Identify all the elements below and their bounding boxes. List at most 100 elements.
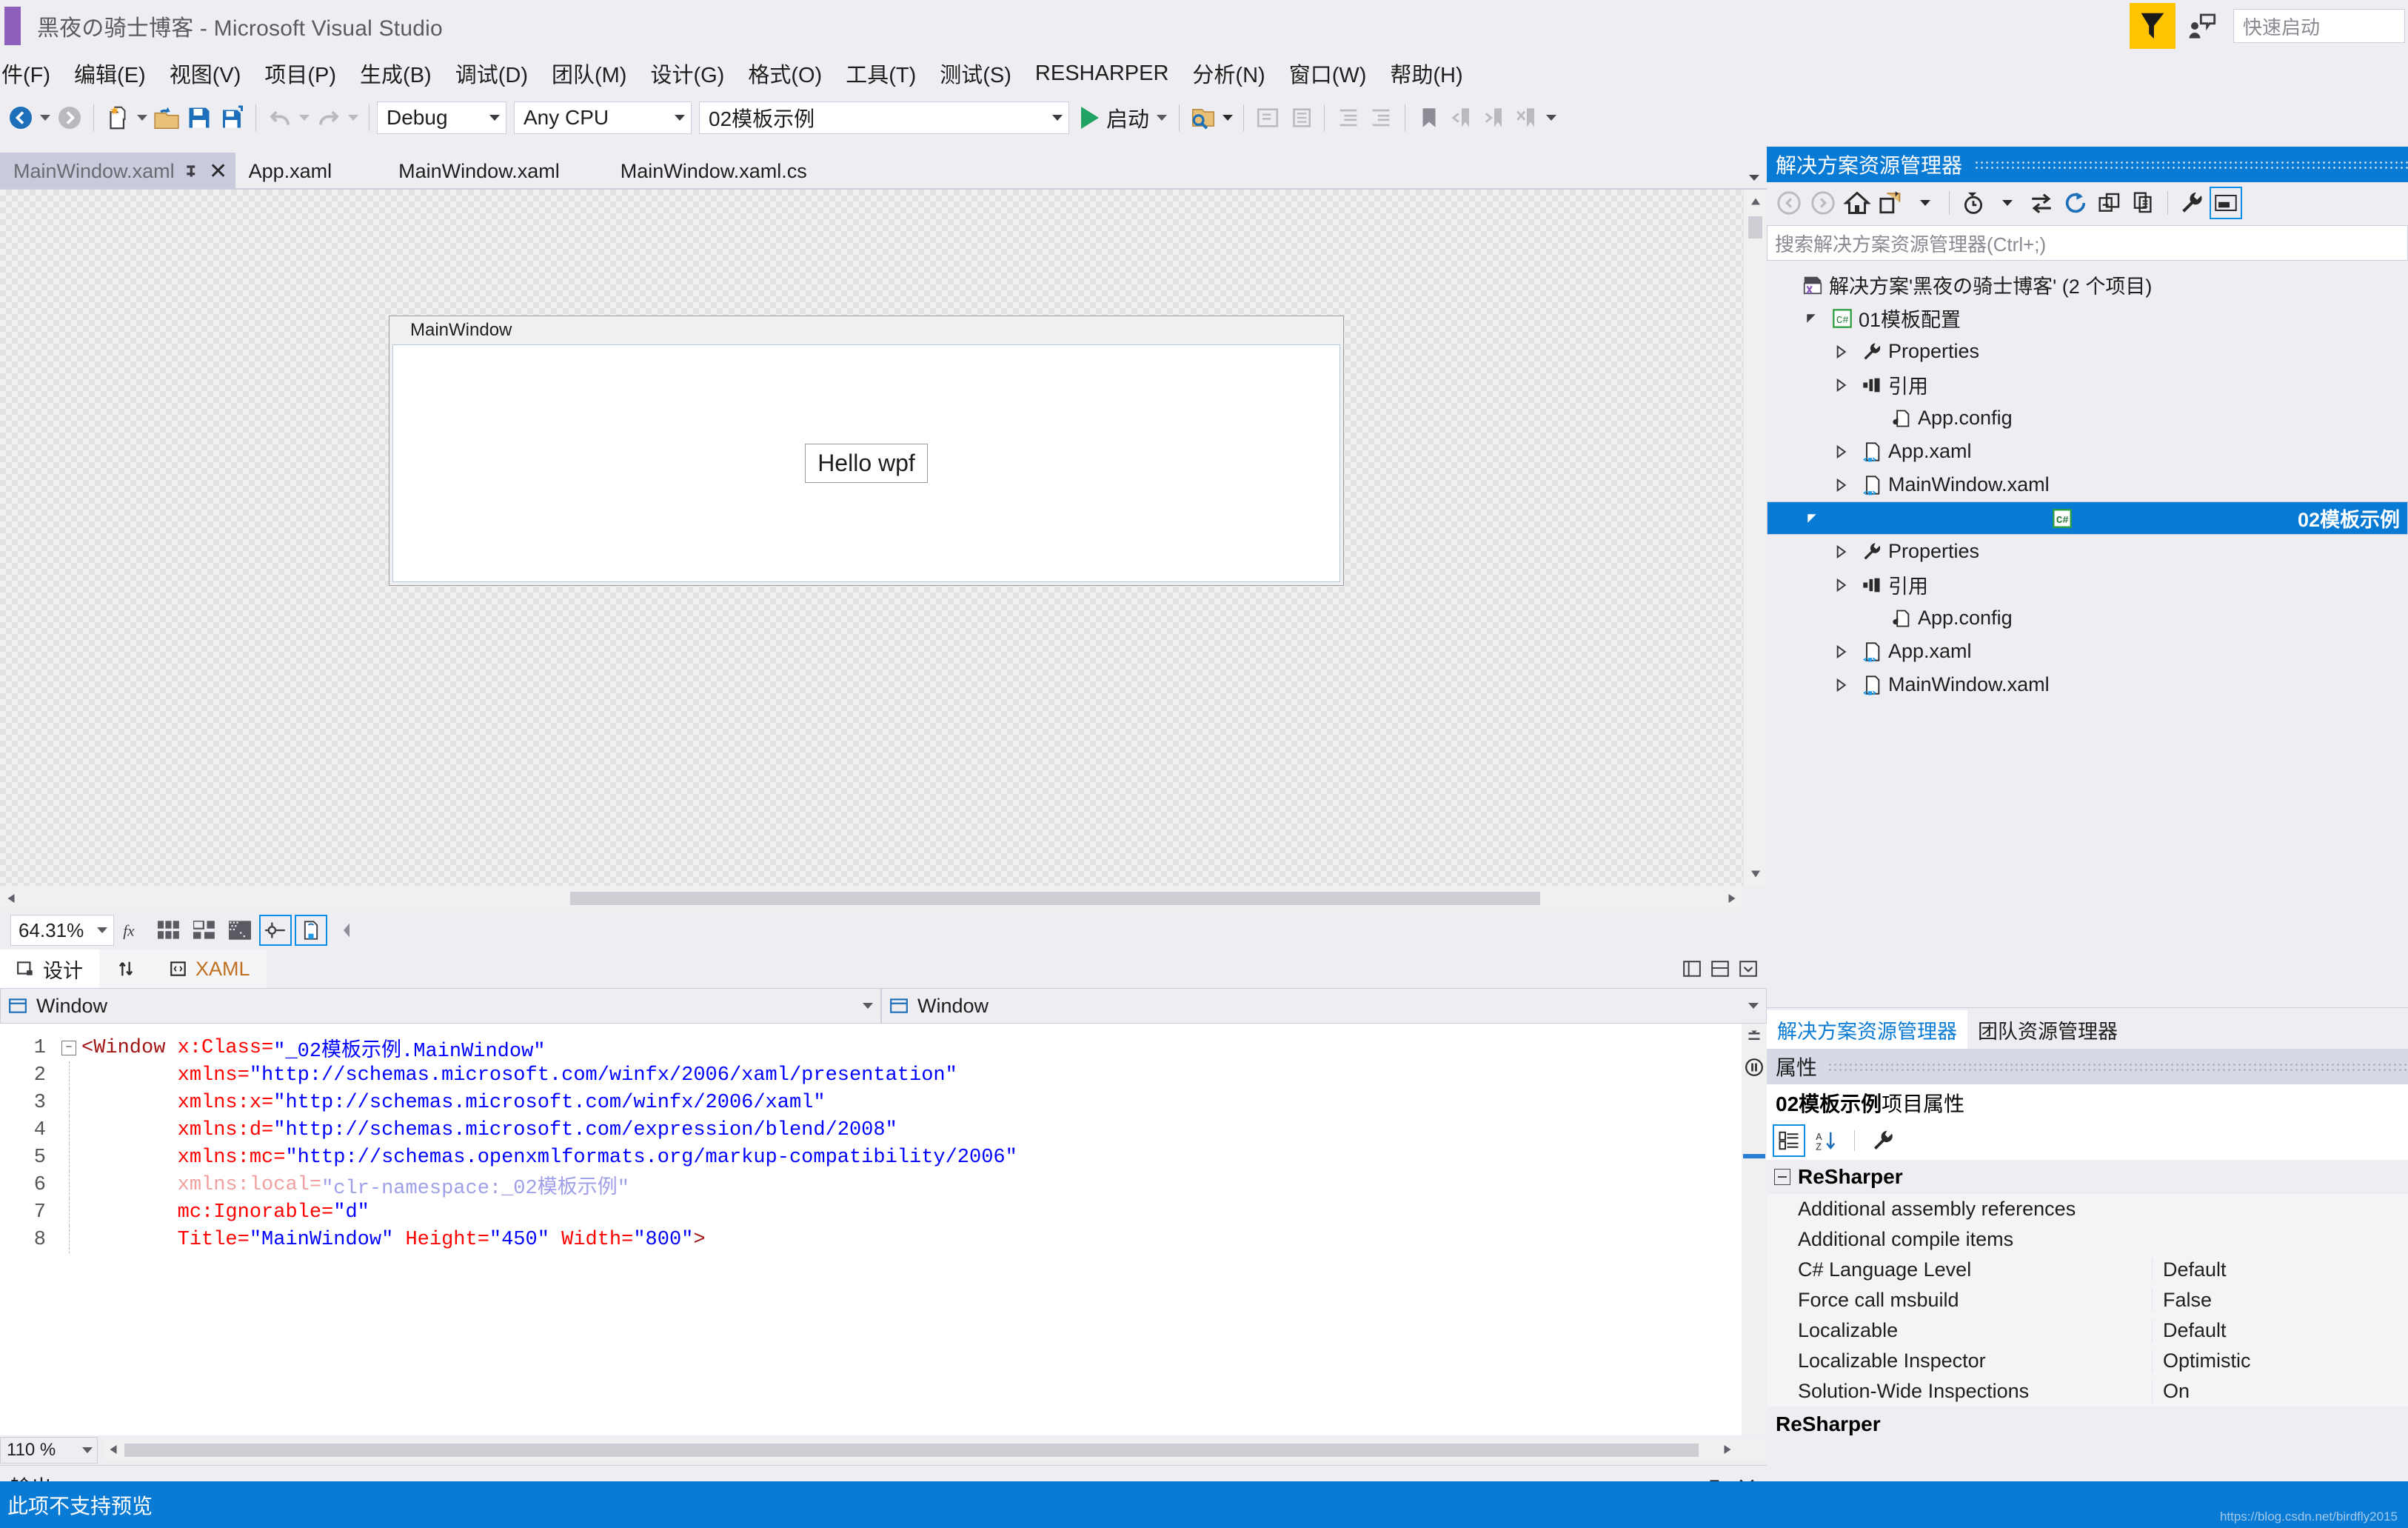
property-value[interactable]: False (2152, 1289, 2408, 1312)
scroll-left-icon[interactable] (4, 892, 18, 905)
show-grid-icon[interactable] (153, 915, 185, 946)
solution-explorer-tree[interactable]: 解决方案'黑夜の骑士博客' (2 个项目) C# 01模板配置 Properties 引… (1767, 262, 2408, 701)
solution-tree-item[interactable]: Properties (1767, 335, 2408, 368)
sync-with-active-document-icon[interactable] (1875, 187, 1907, 219)
property-row[interactable]: Localizable Inspector Optimistic (1767, 1346, 2408, 1376)
menu-item-format[interactable]: 格式(O) (736, 53, 834, 93)
property-pages-wrench-icon[interactable] (1867, 1124, 1899, 1157)
properties-group-resharper[interactable]: ReSharper (1767, 1160, 2408, 1194)
scrollbar-thumb[interactable] (1748, 216, 1762, 238)
send-feedback-icon[interactable] (2181, 5, 2223, 47)
chevron-down-icon[interactable] (1157, 115, 1168, 121)
property-value[interactable]: Default (2152, 1258, 2408, 1281)
code-type-select[interactable]: Window (0, 988, 881, 1024)
collapse-group-icon[interactable] (1774, 1169, 1790, 1185)
property-value[interactable]: On (2152, 1380, 2408, 1403)
navigate-back-icon[interactable] (1773, 187, 1805, 219)
toggle-snapping-icon[interactable] (259, 915, 292, 946)
find-in-files-icon[interactable] (1187, 101, 1220, 134)
horizontal-split-icon[interactable] (1710, 959, 1730, 978)
save-all-icon[interactable] (215, 101, 248, 134)
decrease-indent-icon[interactable] (1332, 101, 1365, 134)
sync-dropdown-icon[interactable] (1909, 187, 1942, 219)
property-row[interactable]: Force call msbuild False (1767, 1285, 2408, 1315)
solution-platform-select[interactable]: Any CPU (514, 101, 692, 134)
toggle-bookmark-icon[interactable] (1413, 101, 1445, 134)
code-line[interactable]: 6 xmlns:local= "clr-namespace:_02模板示例" (0, 1171, 1767, 1200)
code-member-select[interactable]: Window (881, 988, 1767, 1024)
undo-icon[interactable] (264, 101, 296, 134)
disable-project-code-icon[interactable] (295, 915, 327, 946)
tab-mainwindow-xaml-cs[interactable]: MainWindow.xaml.cs (607, 153, 820, 190)
designer-horizontal-scrollbar[interactable] (0, 886, 1743, 911)
redo-dropdown[interactable] (345, 101, 361, 134)
collapse-region-icon[interactable]: – (56, 1040, 81, 1055)
refresh-icon[interactable] (2059, 187, 2092, 219)
designer-zoom-select[interactable]: 64.31% (10, 915, 114, 946)
solution-tree-item[interactable]: Properties (1767, 535, 2408, 568)
solution-tree-item[interactable]: C# 01模板配置 (1767, 301, 2408, 335)
scroll-up-icon[interactable] (1744, 190, 1767, 213)
solution-configuration-select[interactable]: Debug (377, 101, 506, 134)
menu-item-window[interactable]: 窗口(W) (1277, 53, 1379, 93)
xaml-designer-surface[interactable]: MainWindow Hello wpf (0, 190, 1767, 886)
open-file-icon[interactable] (150, 101, 183, 134)
alphabetical-sort-icon[interactable]: AZ (1810, 1124, 1842, 1157)
property-row[interactable]: Solution-Wide Inspections On (1767, 1376, 2408, 1407)
startup-project-select[interactable]: 02模板示例 (699, 101, 1069, 134)
twisty-expanded-icon[interactable] (1797, 511, 1827, 526)
solution-tree-item[interactable]: App.config (1767, 401, 2408, 435)
menu-item-edit[interactable]: 编辑(E) (62, 53, 158, 93)
swap-panes-button[interactable] (99, 950, 153, 988)
solution-tree-item[interactable]: 引用 (1767, 368, 2408, 401)
twisty-collapsed-icon[interactable] (1826, 678, 1856, 693)
twisty-collapsed-icon[interactable] (1826, 378, 1856, 393)
solution-explorer-search-input[interactable]: 搜索解决方案资源管理器(Ctrl+;) (1767, 225, 2408, 261)
tab-overflow-button[interactable] (1749, 175, 1759, 181)
navigate-back-dropdown[interactable] (37, 101, 53, 134)
property-value[interactable]: Default (2152, 1319, 2408, 1342)
menu-item-design[interactable]: 设计(G) (638, 53, 736, 93)
twisty-collapsed-icon[interactable] (1826, 444, 1856, 459)
next-bookmark-icon[interactable] (1478, 101, 1511, 134)
snap-to-gridlines-icon[interactable] (188, 915, 221, 946)
save-icon[interactable] (183, 101, 215, 134)
navigate-forward-icon[interactable] (1807, 187, 1839, 219)
code-line[interactable]: 1– <Window x:Class= "_02模板示例.MainWindow" (0, 1034, 1767, 1063)
designer-vertical-scrollbar[interactable] (1743, 190, 1767, 886)
solution-tree-item[interactable]: App.xaml (1767, 635, 2408, 668)
collapse-all-icon[interactable] (2093, 187, 2126, 219)
navigate-back-icon[interactable] (4, 101, 37, 134)
categorized-view-icon[interactable] (1773, 1124, 1805, 1157)
scroll-right-icon[interactable] (1721, 1443, 1734, 1456)
menu-item-test[interactable]: 测试(S) (928, 53, 1023, 93)
scroll-right-icon[interactable] (1725, 892, 1739, 905)
twisty-expanded-icon[interactable] (1796, 311, 1826, 326)
solution-tree-item[interactable]: App.xaml (1767, 435, 2408, 468)
editor-vertical-scrollbar[interactable] (1742, 1024, 1767, 1435)
feedback-flag-icon[interactable] (2130, 3, 2175, 49)
design-preview-window[interactable]: MainWindow Hello wpf (389, 316, 1344, 586)
twisty-collapsed-icon[interactable] (1826, 544, 1856, 559)
quick-launch-input[interactable]: 快速启动 (2233, 9, 2405, 43)
menu-item-analyze[interactable]: 分析(N) (1180, 53, 1277, 93)
collapse-pane-icon[interactable] (1739, 959, 1758, 978)
tab-app-xaml[interactable]: App.xaml (235, 153, 346, 190)
tab-design-view[interactable]: 设计 (0, 950, 99, 988)
menu-item-project[interactable]: 项目(P) (252, 53, 348, 93)
editor-horizontal-scrollbar[interactable] (104, 1440, 1767, 1461)
menu-item-team[interactable]: 团队(M) (540, 53, 638, 93)
twisty-collapsed-icon[interactable] (1826, 344, 1856, 359)
menu-item-help[interactable]: 帮助(H) (1378, 53, 1474, 93)
twisty-collapsed-icon[interactable] (1826, 478, 1856, 493)
snap-to-snaplines-icon[interactable] (224, 915, 256, 946)
menu-item-file[interactable]: 件(F) (0, 53, 62, 93)
code-line[interactable]: 7 mc:Ignorable= "d" (0, 1198, 1767, 1226)
scroll-down-icon[interactable] (1744, 862, 1767, 886)
show-all-files-icon[interactable] (2025, 187, 2058, 219)
solution-tree-item[interactable]: 解决方案'黑夜の骑士博客' (2 个项目) (1767, 268, 2408, 301)
xaml-code-editor[interactable]: 1– <Window x:Class= "_02模板示例.MainWindow" 2 … (0, 1024, 1767, 1435)
undo-dropdown[interactable] (296, 101, 312, 134)
home-icon[interactable] (1841, 187, 1873, 219)
uncomment-selection-icon[interactable] (1284, 101, 1317, 134)
